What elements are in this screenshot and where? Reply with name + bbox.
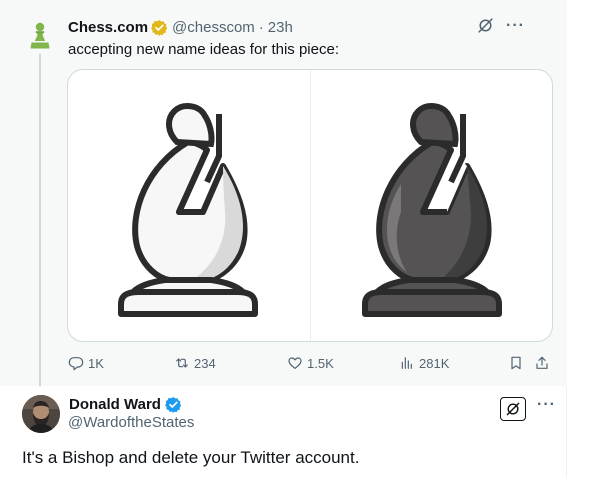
more-icon[interactable]: ···	[537, 397, 556, 413]
tweet-time[interactable]: 23h	[268, 19, 293, 36]
reply-author-handle[interactable]: @WardoftheStates	[68, 414, 194, 431]
like-icon	[288, 357, 302, 369]
reply-button[interactable]: 1K	[68, 354, 104, 372]
white-bishop-image[interactable]	[107, 94, 269, 322]
tweet-text: accepting new name ideas for this piece:	[68, 41, 339, 58]
share-button[interactable]	[534, 354, 550, 372]
bookmark-icon	[511, 356, 521, 370]
media-divider	[310, 70, 311, 341]
reply-count: 1K	[88, 355, 104, 371]
verified-badge-icon	[165, 396, 182, 413]
repost-icon	[176, 358, 188, 368]
top-tweet[interactable]: Chess.com @chesscom · 23h ··· accepting …	[0, 0, 567, 386]
black-bishop-image[interactable]	[351, 94, 513, 322]
engagement-bar: 1K 234 1.5K 281K	[68, 354, 553, 372]
grok-icon[interactable]	[500, 397, 526, 421]
reply-header: Donald Ward	[69, 395, 186, 413]
like-button[interactable]: 1.5K	[287, 354, 334, 372]
author-handle[interactable]: @chesscom	[172, 19, 255, 36]
reply-author-name[interactable]: Donald Ward	[69, 396, 161, 413]
tweet-media[interactable]	[67, 69, 553, 342]
repost-button[interactable]: 234	[174, 354, 216, 372]
more-icon[interactable]: ···	[506, 17, 525, 33]
author-name[interactable]: Chess.com	[68, 19, 148, 36]
views-button[interactable]: 281K	[399, 354, 449, 372]
pawn-logo-icon[interactable]	[28, 22, 52, 50]
views-icon	[401, 357, 412, 369]
reply-text: It's a Bishop and delete your Twitter ac…	[22, 448, 360, 467]
thread-line	[39, 54, 41, 386]
top-tweet-actions: ···	[477, 17, 525, 34]
reply-avatar[interactable]	[22, 395, 60, 433]
reply-icon	[68, 357, 84, 371]
verified-badge-icon	[151, 19, 168, 36]
header-separator: ·	[258, 18, 264, 36]
bookmark-button[interactable]	[508, 354, 524, 372]
views-count: 281K	[419, 355, 450, 371]
repost-count: 234	[194, 355, 216, 371]
like-count: 1.5K	[307, 355, 334, 371]
share-icon	[536, 356, 548, 369]
top-tweet-header: Chess.com @chesscom · 23h	[68, 17, 293, 37]
grok-icon[interactable]	[477, 17, 494, 34]
